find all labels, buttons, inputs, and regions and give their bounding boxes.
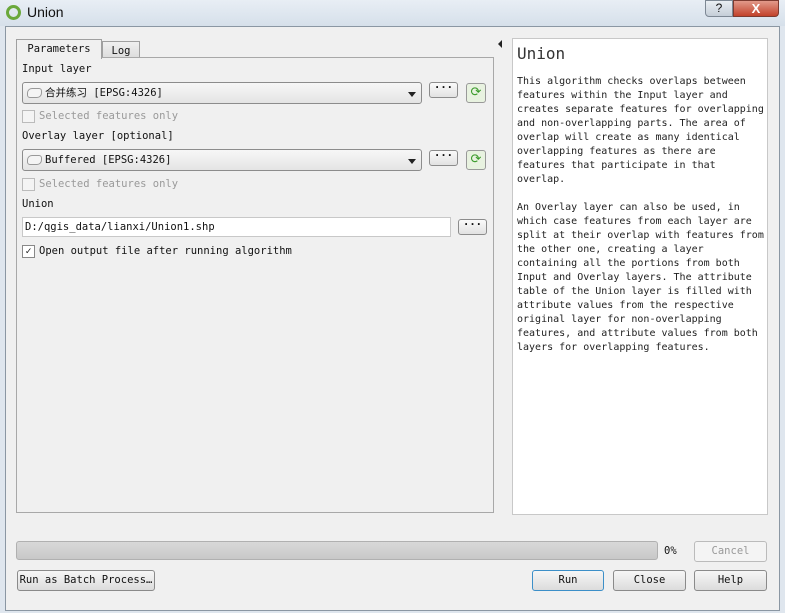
progress-bar	[16, 541, 658, 560]
help-line: overlapping features as there are	[517, 146, 716, 157]
cancel-button[interactable]: Cancel	[694, 541, 767, 562]
input-layer-value: 合并练习 [EPSG:4326]	[45, 87, 163, 99]
help-line: features within the Input layer and	[517, 90, 728, 101]
tab-parameters[interactable]: Parameters	[16, 39, 102, 59]
parameters-panel	[16, 57, 494, 513]
collapse-help-icon[interactable]	[498, 40, 502, 48]
close-button[interactable]: Close	[613, 570, 686, 591]
overlay-layer-combo[interactable]: Buffered [EPSG:4326]	[22, 149, 422, 171]
help-line: and non-overlapping parts. The area of	[517, 118, 746, 129]
help-line: features that participate in that	[517, 160, 716, 171]
window-help-button[interactable]: ?	[705, 0, 733, 17]
help-line: Input and Overlay layers. The attribute	[517, 272, 752, 283]
help-line: the other one, creating a layer	[517, 244, 704, 255]
chevron-down-icon	[408, 92, 416, 97]
polygon-layer-icon	[27, 88, 42, 98]
input-layer-combo[interactable]: 合并练习 [EPSG:4326]	[22, 82, 422, 104]
help-line: attribute values from the respective	[517, 300, 734, 311]
help-line: split at their overlap with features fro…	[517, 230, 764, 241]
help-line: containing all the portions from both	[517, 258, 740, 269]
overlay-selected-label: Selected features only	[39, 178, 179, 190]
help-title: Union	[517, 44, 566, 63]
output-browse-button[interactable]: ···	[458, 219, 487, 235]
overlay-layer-label: Overlay layer [optional]	[22, 130, 174, 142]
open-output-checkbox[interactable]: ✓	[22, 245, 35, 258]
help-paragraph-1: This algorithm checks overlaps between fe…	[517, 75, 764, 187]
output-path-input[interactable]: D:/qgis_data/lianxi/Union1.shp	[22, 217, 451, 237]
help-line: This algorithm checks overlaps between	[517, 76, 746, 87]
help-line: original layer for non-overlapping	[517, 314, 722, 325]
help-panel: Union This algorithm checks overlaps bet…	[512, 38, 768, 515]
input-selected-label: Selected features only	[39, 110, 179, 122]
help-button[interactable]: Help	[694, 570, 767, 591]
window-title: Union	[27, 4, 64, 20]
help-line: table of the Union layer is filled with	[517, 286, 752, 297]
input-layer-label: Input layer	[22, 63, 92, 75]
help-line: overlap.	[517, 174, 566, 185]
help-line: An Overlay layer can also be used, in	[517, 202, 740, 213]
output-label: Union	[22, 198, 54, 210]
overlay-layer-value: Buffered [EPSG:4326]	[45, 154, 172, 166]
run-button[interactable]: Run	[532, 570, 604, 591]
title-bar	[0, 0, 785, 26]
overlay-selected-checkbox[interactable]	[22, 178, 35, 191]
run-batch-button[interactable]: Run as Batch Process…	[17, 570, 155, 591]
iterate-icon[interactable]: ⟳	[466, 150, 486, 170]
help-line: which case features from each layer are	[517, 216, 752, 227]
tab-log[interactable]: Log	[102, 41, 140, 58]
help-line: creates separate features for overlappin…	[517, 104, 764, 115]
input-selected-checkbox[interactable]	[22, 110, 35, 123]
help-line: overlap will create as many identical	[517, 132, 740, 143]
chevron-down-icon	[408, 159, 416, 164]
polygon-layer-icon	[27, 155, 42, 165]
window-close-button[interactable]: X	[733, 0, 779, 17]
help-paragraph-2: An Overlay layer can also be used, in whi…	[517, 201, 764, 355]
progress-percent: 0%	[664, 545, 677, 557]
help-line: features, and attribute values from both	[517, 328, 758, 339]
input-layer-browse-button[interactable]: ···	[429, 82, 458, 98]
open-output-label: Open output file after running algorithm	[39, 245, 292, 257]
qgis-logo-icon	[6, 5, 21, 20]
help-line: layers for overlapping features.	[517, 342, 710, 353]
overlay-layer-browse-button[interactable]: ···	[429, 150, 458, 166]
iterate-icon[interactable]: ⟳	[466, 83, 486, 103]
